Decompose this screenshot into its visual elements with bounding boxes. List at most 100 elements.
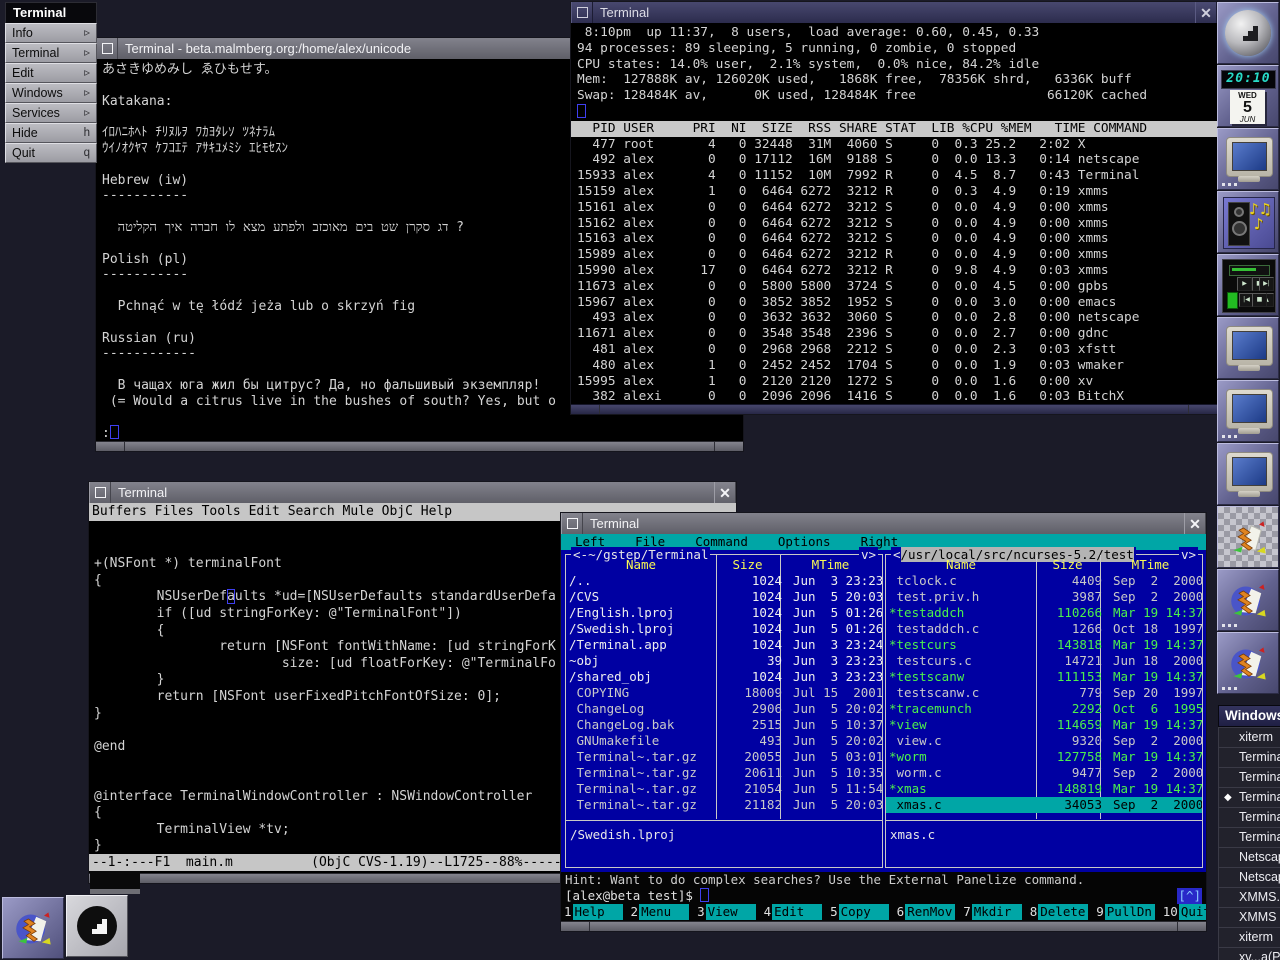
menu-item-services[interactable]: Services▹ (5, 103, 97, 123)
file-row[interactable]: xmas.c34053Sep 2 2000 (886, 797, 1202, 813)
shell-prompt[interactable]: [alex@beta test]$ (565, 888, 709, 904)
file-row[interactable]: *testaddch110266Mar 19 14:37 (886, 605, 1202, 621)
menu-item-quit[interactable]: Quitq (5, 143, 97, 163)
file-row[interactable]: tclock.c4409Sep 2 2000 (886, 573, 1202, 589)
file-row[interactable]: testscanw.c779Sep 20 1997 (886, 685, 1202, 701)
emacs-menu-buffers[interactable]: Buffers (92, 504, 147, 519)
file-row[interactable]: testaddch.c1266Oct 18 1997 (886, 621, 1202, 637)
file-row[interactable]: /Terminal.app1024Jun 3 23:24 (566, 637, 882, 653)
dock-tile-terminal-4[interactable] (1217, 443, 1279, 505)
emacs-menu-files[interactable]: Files (155, 504, 194, 519)
file-row[interactable]: GNUmakefile493Jun 5 20:02 (566, 733, 882, 749)
close-button[interactable]: ✕ (714, 482, 736, 503)
file-row[interactable]: /English.lproj1024Jun 5 01:26 (566, 605, 882, 621)
emacs-menu-objc[interactable]: ObjC (382, 504, 413, 519)
file-row[interactable]: /CVS1024Jun 5 20:03 (566, 589, 882, 605)
fkey-edit[interactable]: 4Edit (763, 904, 823, 920)
window-list-item[interactable]: Terminal (1218, 747, 1280, 767)
file-row[interactable]: *worm127758Mar 19 14:37 (886, 749, 1202, 765)
fkey-copy[interactable]: 5Copy (829, 904, 889, 920)
menu-item-edit[interactable]: Edit▹ (5, 63, 97, 83)
dock-tile-terminal-3[interactable] (1217, 380, 1279, 442)
window-list-item[interactable]: Terminal (1218, 807, 1280, 827)
terminal-output[interactable]: 8:10pm up 11:37, 8 users, load average: … (571, 23, 1217, 404)
mc-screen[interactable]: LeftFileCommandOptionsRight <-~/gstep/Te… (561, 534, 1206, 921)
close-button[interactable]: ✕ (1184, 513, 1206, 534)
dock-tile-player[interactable]: ▶ ▮▮ ▲ |◀ ▶| ■ (1217, 254, 1279, 316)
file-row[interactable]: *tracemunch2292Oct 6 1995 (886, 701, 1202, 717)
window-list-item[interactable]: XMMS Pl... (1218, 907, 1280, 927)
file-row[interactable]: view.c9320Sep 2 2000 (886, 733, 1202, 749)
window-list-item[interactable]: XMMS... (1218, 887, 1280, 907)
fkey-mkdir[interactable]: 7Mkdir (962, 904, 1022, 920)
file-row[interactable]: *testcurs143818Mar 19 14:37 (886, 637, 1202, 653)
emacs-menu-help[interactable]: Help (421, 504, 452, 519)
window-list-item[interactable]: Terminal (1218, 827, 1280, 847)
file-row[interactable]: Terminal~.tar.gz21182Jun 5 20:03 (566, 797, 882, 813)
miniaturize-button[interactable] (96, 38, 118, 59)
file-row[interactable]: worm.c9477Sep 2 2000 (886, 765, 1202, 781)
fkey-help[interactable]: 1Help (563, 904, 623, 920)
appicon-app-x[interactable] (2, 897, 64, 959)
file-row[interactable]: COPYING18009Jul 15 2001 (566, 685, 882, 701)
dock-tile-clock[interactable]: 20:10 WED 5 JUN (1217, 65, 1279, 127)
resize-bar[interactable] (561, 921, 1206, 931)
miniaturize-button[interactable] (561, 513, 583, 534)
fkey-quit[interactable]: 10Quit (1162, 904, 1206, 920)
window-list-item[interactable]: xv...a(P... (1218, 947, 1280, 960)
fkey-delete[interactable]: 8Delete (1029, 904, 1089, 920)
window-list-item[interactable]: Terminal (1218, 767, 1280, 787)
miniaturize-button[interactable] (89, 482, 111, 503)
emacs-menu-tools[interactable]: Tools (202, 504, 241, 519)
dock-tile-app-x1[interactable] (1217, 569, 1279, 631)
mc-header-mtime[interactable]: MTime (1099, 557, 1202, 573)
miniaturize-button[interactable] (571, 2, 593, 23)
file-row[interactable]: *view114659Mar 19 14:37 (886, 717, 1202, 733)
menu-item-info[interactable]: Info▹ (5, 23, 97, 43)
dock-tile-audio[interactable]: ♪♫ ♪ (1217, 191, 1279, 253)
window-list-title[interactable]: Windows (1218, 705, 1280, 727)
emacs-menu-mule[interactable]: Mule (343, 504, 374, 519)
window-list-item[interactable]: Terminal◆ (1218, 787, 1280, 807)
file-row[interactable]: testcurs.c14721Jun 18 2000 (886, 653, 1202, 669)
file-row[interactable]: /Swedish.lproj1024Jun 5 01:26 (566, 621, 882, 637)
app-menu-title[interactable]: Terminal (5, 2, 97, 23)
file-row[interactable]: test.priv.h3987Sep 2 2000 (886, 589, 1202, 605)
mc-menu-options[interactable]: Options (778, 534, 831, 550)
dock-tile-app-ghost[interactable] (1217, 506, 1279, 568)
menu-item-windows[interactable]: Windows▹ (5, 83, 97, 103)
mc-header-name[interactable]: Name (566, 557, 716, 573)
mc-header-size[interactable]: Size (716, 557, 779, 573)
close-button[interactable]: ✕ (1195, 2, 1217, 23)
window-list-item[interactable]: xiterm (1218, 727, 1280, 747)
resize-bar[interactable] (96, 441, 743, 451)
menu-item-hide[interactable]: Hideh (5, 123, 97, 143)
fkey-view[interactable]: 3View (696, 904, 756, 920)
window-list-item[interactable]: Netscape (1218, 847, 1280, 867)
dock-tile-terminal-2[interactable] (1217, 317, 1279, 379)
titlebar[interactable]: Terminal ✕ (561, 513, 1206, 534)
mc-header-size[interactable]: Size (1036, 557, 1099, 573)
mc-header-mtime[interactable]: MTime (779, 557, 882, 573)
file-row[interactable]: *testscanw111153Mar 19 14:37 (886, 669, 1202, 685)
titlebar[interactable]: Terminal ✕ (89, 482, 736, 503)
dock-tile-terminal-1[interactable] (1217, 128, 1279, 190)
file-row[interactable]: /..1024Jun 3 23:23 (566, 573, 882, 589)
menu-item-terminal[interactable]: Terminal▹ (5, 43, 97, 63)
panel-scroll-badge[interactable]: [^] (1177, 888, 1202, 904)
fkey-pulldn[interactable]: 9PullDn (1095, 904, 1155, 920)
fkey-renmov[interactable]: 6RenMov (896, 904, 956, 920)
file-row[interactable]: *xmas148819Mar 19 14:37 (886, 781, 1202, 797)
titlebar[interactable]: Terminal ✕ (571, 2, 1217, 23)
window-list-item[interactable]: Netscape (1218, 867, 1280, 887)
emacs-menu-search[interactable]: Search (288, 504, 335, 519)
file-row[interactable]: Terminal~.tar.gz21054Jun 5 11:54 (566, 781, 882, 797)
emacs-menu-edit[interactable]: Edit (249, 504, 280, 519)
file-row[interactable]: Terminal~.tar.gz20611Jun 5 10:35 (566, 765, 882, 781)
miniwindow-gnustep[interactable] (66, 895, 128, 957)
file-row[interactable]: ChangeLog.bak2515Jun 5 10:37 (566, 717, 882, 733)
dock-tile-gnustep[interactable] (1217, 2, 1279, 64)
file-row[interactable]: Terminal~.tar.gz20055Jun 5 03:01 (566, 749, 882, 765)
file-row[interactable]: /shared_obj1024Jun 3 23:23 (566, 669, 882, 685)
file-row[interactable]: ChangeLog2906Jun 5 20:02 (566, 701, 882, 717)
